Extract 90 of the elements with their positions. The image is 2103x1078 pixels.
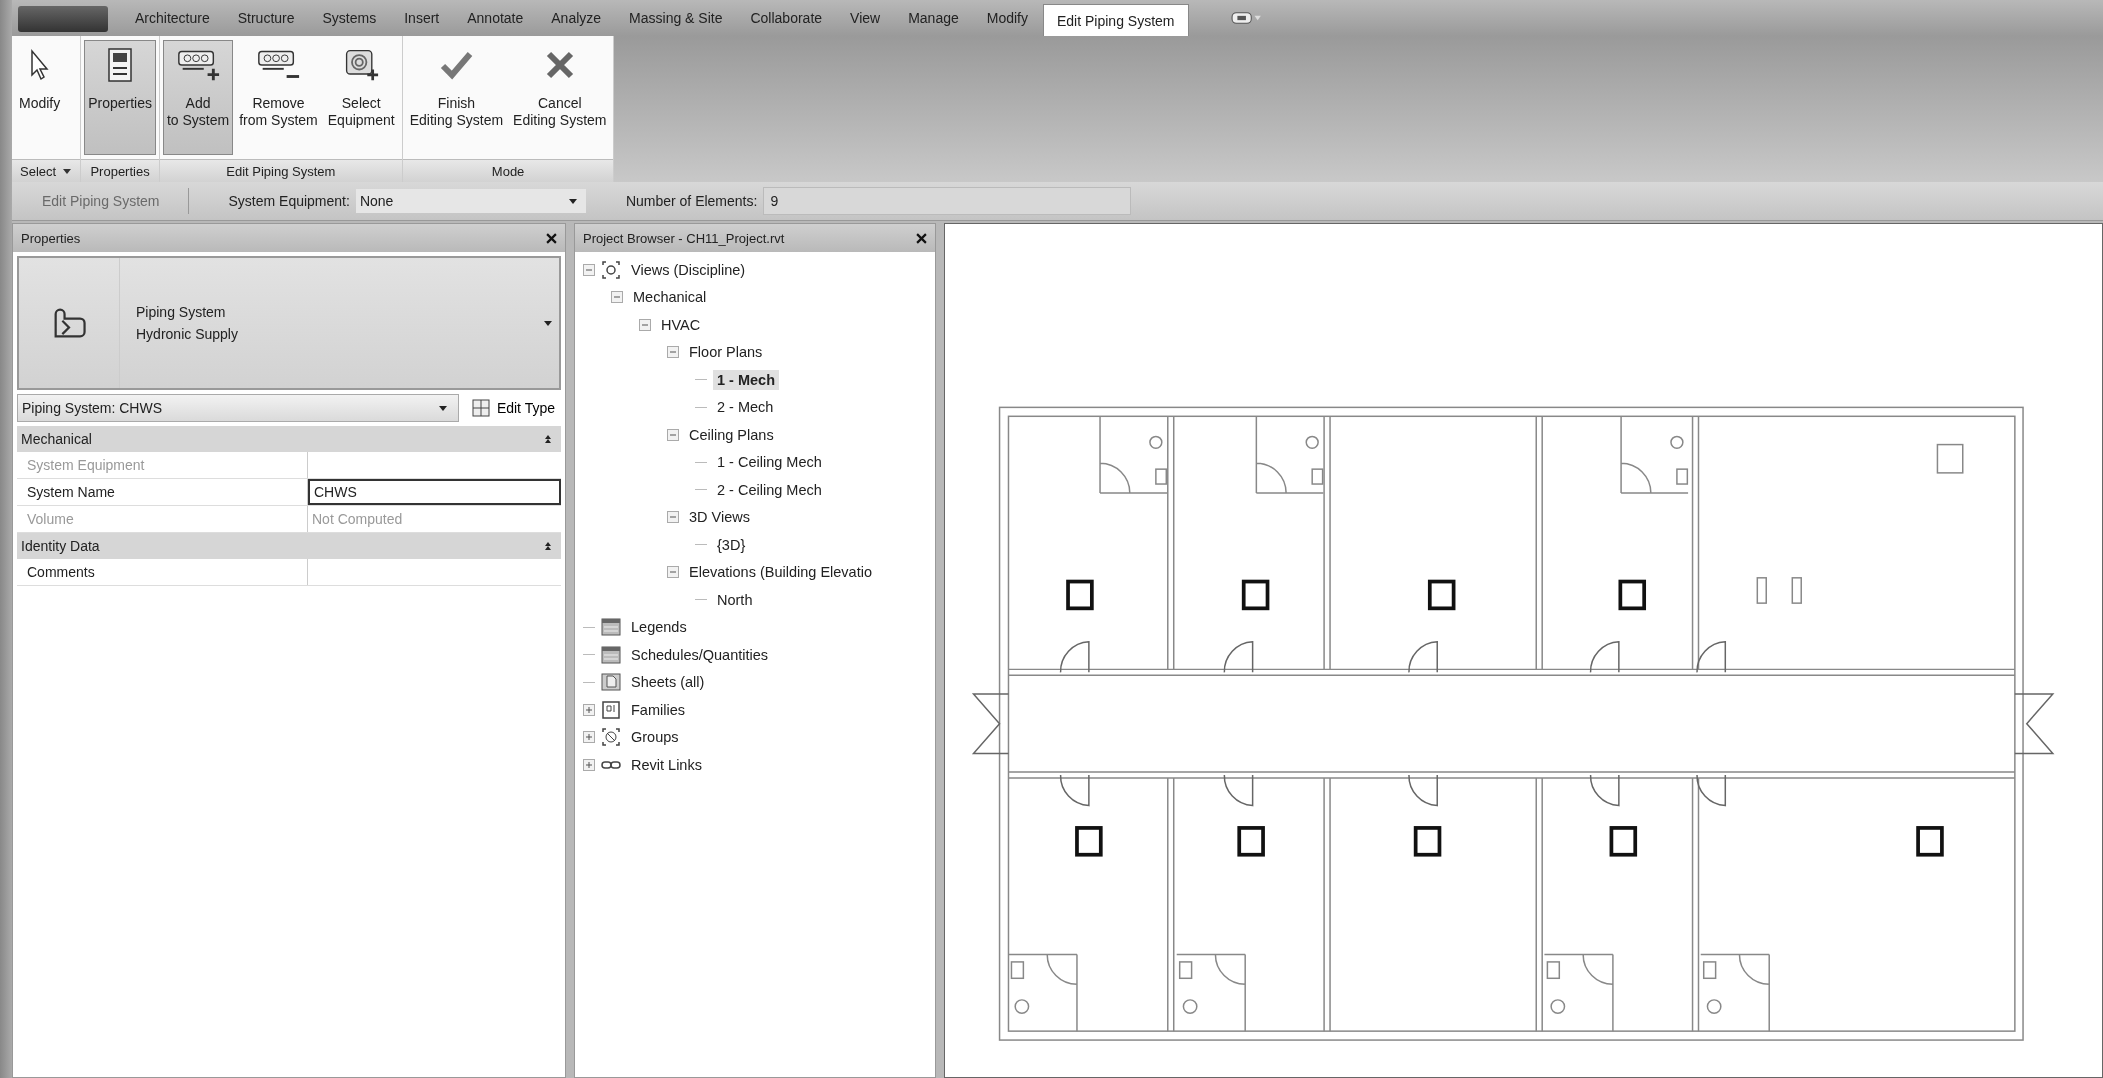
panel-title: Project Browser - CH11_Project.rvt bbox=[583, 230, 785, 246]
tree-item[interactable]: Views (Discipline) bbox=[627, 259, 750, 280]
tree-item[interactable]: 3D Views bbox=[685, 507, 754, 528]
property-value: Not Computed bbox=[311, 510, 404, 529]
tree-item[interactable]: Floor Plans bbox=[685, 342, 767, 363]
property-name: System Name bbox=[17, 479, 308, 505]
close-icon[interactable] bbox=[546, 232, 557, 244]
collapse-icon[interactable] bbox=[667, 511, 679, 524]
ribbon-tab[interactable]: View bbox=[837, 0, 894, 36]
ribbon-button[interactable]: Finish Editing System bbox=[405, 40, 508, 155]
ribbon-tab[interactable]: Collaborate bbox=[737, 0, 836, 36]
caret-icon bbox=[62, 166, 73, 176]
family-icon bbox=[601, 699, 621, 720]
tree-item[interactable]: 2 - Mech bbox=[713, 397, 778, 418]
expand-icon[interactable] bbox=[583, 758, 595, 771]
ribbon-tab[interactable]: Systems bbox=[309, 0, 390, 36]
tree-item[interactable]: Groups bbox=[627, 727, 683, 748]
ribbon-tab[interactable]: Architecture bbox=[122, 0, 223, 36]
ribbon-group-label[interactable]: Select bbox=[12, 159, 81, 182]
ribbon-button[interactable]: Cancel Editing System bbox=[509, 40, 611, 155]
panel-toggle-icon[interactable] bbox=[1230, 10, 1263, 26]
property-name: Volume bbox=[17, 506, 308, 532]
collapse-icon[interactable] bbox=[667, 566, 679, 579]
caret-icon bbox=[437, 403, 448, 413]
property-name: Comments bbox=[17, 559, 308, 585]
ribbon-tab[interactable]: Insert bbox=[391, 0, 453, 36]
panel-title: Properties bbox=[21, 230, 81, 246]
tree-item[interactable]: 1 - Mech bbox=[713, 369, 779, 390]
ribbon-tab[interactable]: Edit Piping System bbox=[1043, 4, 1189, 36]
property-input-field[interactable]: CHWS bbox=[308, 479, 561, 505]
ribbon-group-label: Edit Piping System bbox=[159, 159, 402, 182]
ribbon-tab[interactable]: Annotate bbox=[454, 0, 537, 36]
collapse-icon[interactable] bbox=[667, 346, 679, 359]
collapse-icon[interactable] bbox=[667, 428, 679, 441]
tree-item[interactable]: Mechanical bbox=[629, 287, 711, 308]
ribbon-button[interactable]: Remove from System bbox=[235, 40, 322, 155]
system-equipment-dropdown[interactable]: None bbox=[355, 189, 586, 213]
ribbon-button[interactable]: Select Equipment bbox=[323, 40, 399, 155]
tree-item[interactable]: Sheets (all) bbox=[627, 672, 709, 693]
caret-icon bbox=[567, 196, 578, 206]
views-icon bbox=[601, 259, 621, 280]
instance-type-dropdown[interactable]: Piping System: CHWS bbox=[17, 394, 459, 422]
ribbon-tab[interactable]: Manage bbox=[895, 0, 972, 36]
collapse-icon[interactable] bbox=[639, 318, 651, 331]
caret-icon bbox=[543, 318, 553, 328]
type-name: Piping System bbox=[136, 304, 227, 320]
tree-item[interactable]: Ceiling Plans bbox=[685, 424, 778, 445]
application-menu-button[interactable] bbox=[18, 6, 108, 32]
grid-icon bbox=[470, 398, 491, 418]
property-group-header[interactable]: Mechanical bbox=[17, 426, 561, 452]
ribbon-button[interactable]: Properties bbox=[84, 40, 156, 155]
sheet-icon bbox=[601, 672, 621, 693]
collapse-icon[interactable] bbox=[583, 263, 595, 276]
number-of-elements-label: Number of Elements: bbox=[625, 193, 758, 209]
group-name: Mechanical bbox=[21, 431, 92, 447]
tree-item[interactable]: HVAC bbox=[657, 314, 705, 335]
tree-item[interactable]: Schedules/Quantities bbox=[627, 644, 773, 665]
tree-item[interactable]: Legends bbox=[627, 617, 691, 638]
tree-item[interactable]: 2 - Ceiling Mech bbox=[713, 479, 826, 500]
expand-icon[interactable] bbox=[583, 703, 595, 716]
expand-icon[interactable] bbox=[583, 731, 595, 744]
ribbon-group-label: Mode bbox=[402, 159, 614, 182]
collapse-icon[interactable] bbox=[611, 291, 623, 304]
edit-type-button[interactable]: Edit Type bbox=[464, 396, 561, 420]
tree-item[interactable]: Revit Links bbox=[627, 754, 706, 775]
tree-item[interactable]: {3D} bbox=[713, 534, 750, 555]
equipment-icon bbox=[343, 47, 380, 83]
ribbon-button[interactable]: Add to System bbox=[162, 40, 234, 155]
ribbon-button[interactable]: Modify bbox=[15, 40, 65, 155]
type-name: Hydronic Supply bbox=[136, 326, 239, 342]
type-selector[interactable]: Piping System Hydronic Supply bbox=[17, 256, 561, 390]
legend-icon bbox=[601, 617, 621, 638]
close-icon[interactable] bbox=[916, 232, 927, 244]
number-of-elements-value: 9 bbox=[763, 187, 1132, 215]
tree-item[interactable]: Families bbox=[627, 699, 689, 720]
property-group-header[interactable]: Identity Data bbox=[17, 533, 561, 559]
system-equipment-label: System Equipment: bbox=[228, 193, 350, 209]
mode-label: Edit Piping System bbox=[41, 193, 161, 209]
property-name: System Equipment bbox=[17, 452, 308, 478]
tree-item[interactable]: North bbox=[713, 589, 757, 610]
ribbon-group-label: Properties bbox=[81, 159, 159, 182]
ribbon-tab[interactable]: Structure bbox=[224, 0, 308, 36]
ribbon-tab[interactable]: Analyze bbox=[538, 0, 615, 36]
tree-item[interactable]: 1 - Ceiling Mech bbox=[713, 452, 826, 473]
ribbon-tab[interactable]: Modify bbox=[973, 0, 1041, 36]
tree-item[interactable]: Elevations (Building Elevatio bbox=[685, 562, 876, 583]
group-name: Identity Data bbox=[21, 538, 100, 554]
schedule-icon bbox=[601, 644, 621, 665]
group-icon bbox=[601, 727, 621, 748]
ribbon-tab[interactable]: Massing & Site bbox=[616, 0, 736, 36]
